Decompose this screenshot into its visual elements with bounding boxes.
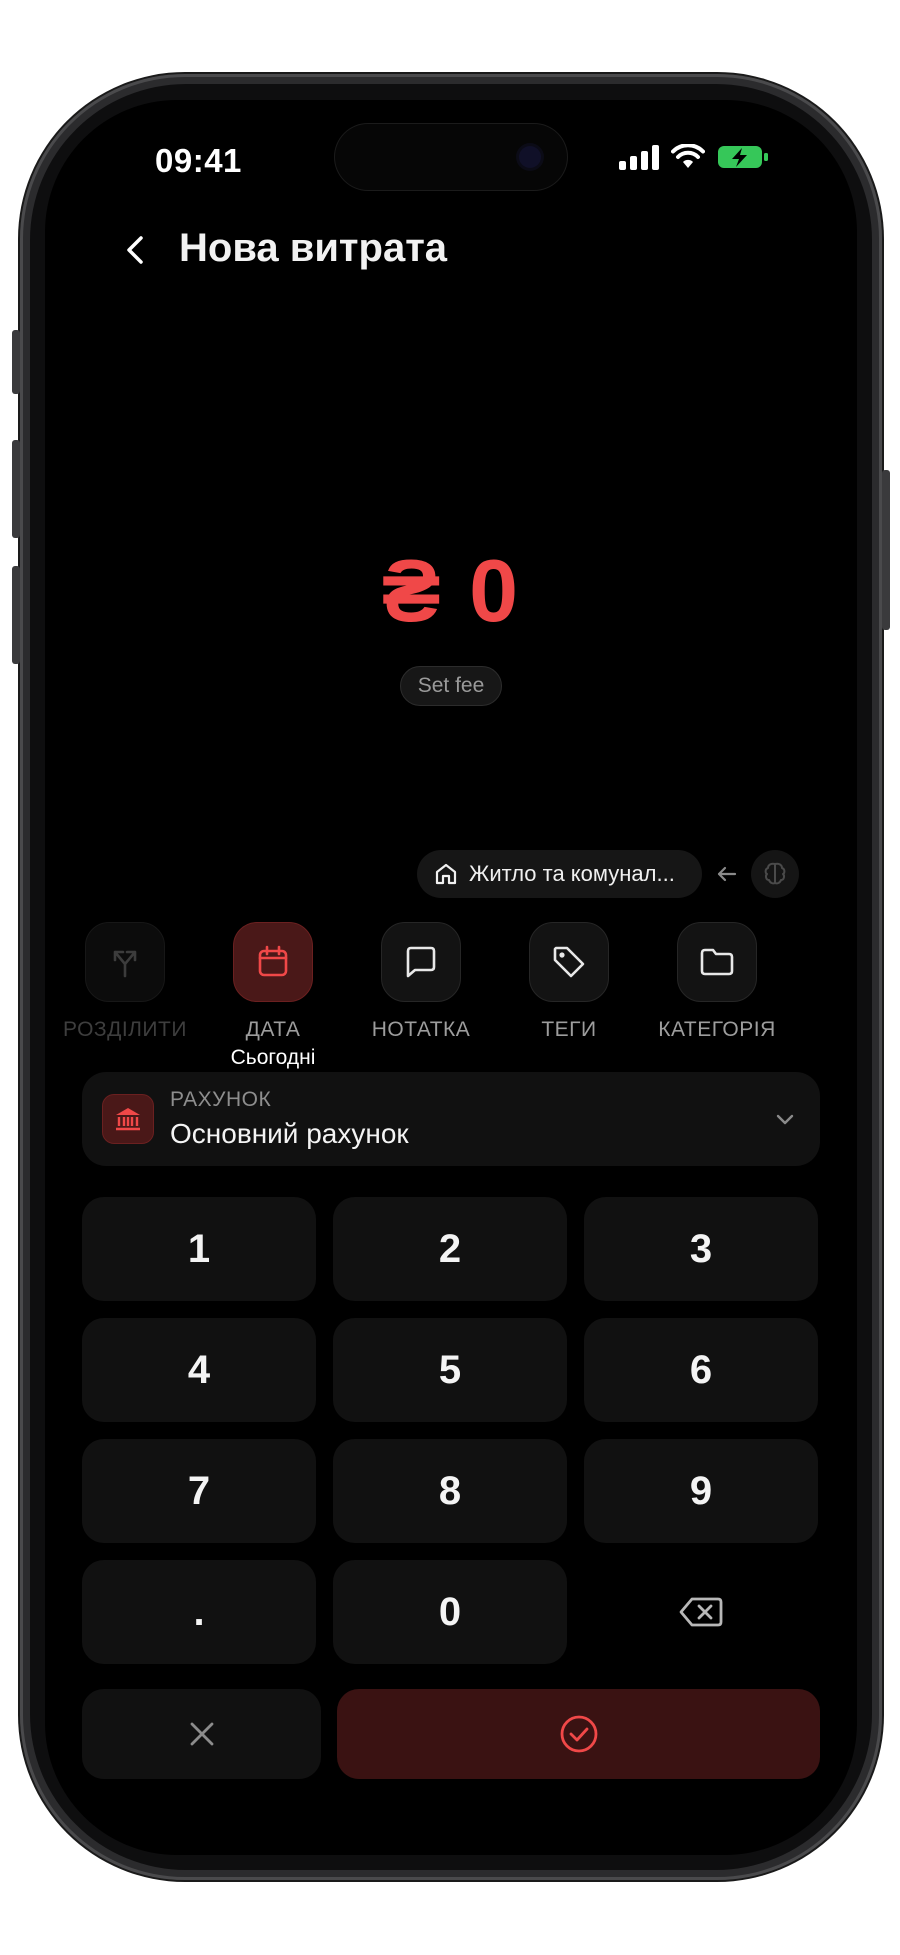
category-suggestion-chip[interactable]: Житло та комунал... <box>417 850 702 898</box>
action-tags-button[interactable] <box>529 922 609 1002</box>
keypad-key-5[interactable]: 5 <box>333 1318 567 1422</box>
keypad-key-2[interactable]: 2 <box>333 1197 567 1301</box>
keypad-key-7[interactable]: 7 <box>82 1439 316 1543</box>
keypad-key-decimal[interactable]: . <box>82 1560 316 1664</box>
cancel-button[interactable] <box>82 1689 321 1779</box>
set-fee-button[interactable]: Set fee <box>400 666 502 706</box>
action-split[interactable]: РОЗДІЛИТИ <box>45 922 205 1042</box>
backspace-button[interactable] <box>584 1560 818 1664</box>
action-split-label: РОЗДІЛИТИ <box>63 1018 187 1041</box>
wifi-icon <box>671 144 705 168</box>
action-category-button[interactable] <box>677 922 757 1002</box>
home-icon <box>435 863 457 885</box>
currency-symbol: ₴ <box>381 541 443 640</box>
app-screen: 09:41 Нова витрата ₴ 0 Set fee Житло та … <box>45 100 857 1855</box>
folder-icon <box>700 948 734 976</box>
action-date-value: Сьогодні <box>230 1046 316 1069</box>
keypad-key-4[interactable]: 4 <box>82 1318 316 1422</box>
account-selector[interactable]: РАХУНОК Основний рахунок <box>82 1072 820 1166</box>
page-title: Нова витрата <box>179 226 448 270</box>
calendar-icon <box>258 945 288 977</box>
action-date-label: ДАТА <box>245 1018 301 1041</box>
chevron-left-icon <box>127 236 143 264</box>
action-category[interactable]: КАТЕГОРІЯ <box>637 922 797 1042</box>
status-icons <box>619 144 769 170</box>
side-button-volume-down <box>12 566 20 664</box>
action-category-label: КАТЕГОРІЯ <box>658 1018 776 1041</box>
brain-icon <box>764 862 786 885</box>
side-button-volume-up <box>12 440 20 538</box>
category-suggestion-label: Житло та комунал... <box>469 861 675 886</box>
status-time: 09:41 <box>155 142 242 179</box>
action-tags[interactable]: ТЕГИ <box>489 922 649 1042</box>
action-note-label: НОТАТКА <box>371 1018 471 1041</box>
amount-display[interactable]: ₴ 0 <box>45 540 857 642</box>
action-note-button[interactable] <box>381 922 461 1002</box>
side-button-silent <box>12 330 20 394</box>
chat-icon <box>406 946 436 978</box>
check-circle-icon <box>560 1715 597 1753</box>
account-label: РАХУНОК <box>170 1088 272 1111</box>
account-name: Основний рахунок <box>170 1118 409 1149</box>
keypad-key-8[interactable]: 8 <box>333 1439 567 1543</box>
split-icon <box>113 950 137 978</box>
action-tags-label: ТЕГИ <box>541 1018 597 1041</box>
keypad-key-3[interactable]: 3 <box>584 1197 818 1301</box>
bank-icon <box>102 1094 154 1144</box>
camera-icon <box>519 146 541 168</box>
ai-suggest-button[interactable] <box>751 850 799 898</box>
tag-icon <box>553 946 585 978</box>
amount-value: 0 <box>469 541 521 640</box>
close-icon <box>190 1722 213 1746</box>
keypad-key-1[interactable]: 1 <box>82 1197 316 1301</box>
action-date[interactable]: ДАТА Сьогодні <box>193 922 353 1070</box>
backspace-icon <box>679 1597 723 1627</box>
action-date-button[interactable] <box>233 922 313 1002</box>
back-button[interactable] <box>107 222 163 278</box>
arrow-left-icon <box>717 866 737 882</box>
action-split-button[interactable] <box>85 922 165 1002</box>
keypad-key-0[interactable]: 0 <box>333 1560 567 1664</box>
keypad-key-9[interactable]: 9 <box>584 1439 818 1543</box>
action-note[interactable]: НОТАТКА <box>341 922 501 1042</box>
side-button-power <box>882 470 890 630</box>
dynamic-island <box>335 124 567 190</box>
battery-charging-icon <box>718 146 768 168</box>
chevron-down-icon <box>776 1114 794 1125</box>
keypad-key-6[interactable]: 6 <box>584 1318 818 1422</box>
cellular-signal-icon <box>619 144 659 170</box>
confirm-button[interactable] <box>337 1689 820 1779</box>
